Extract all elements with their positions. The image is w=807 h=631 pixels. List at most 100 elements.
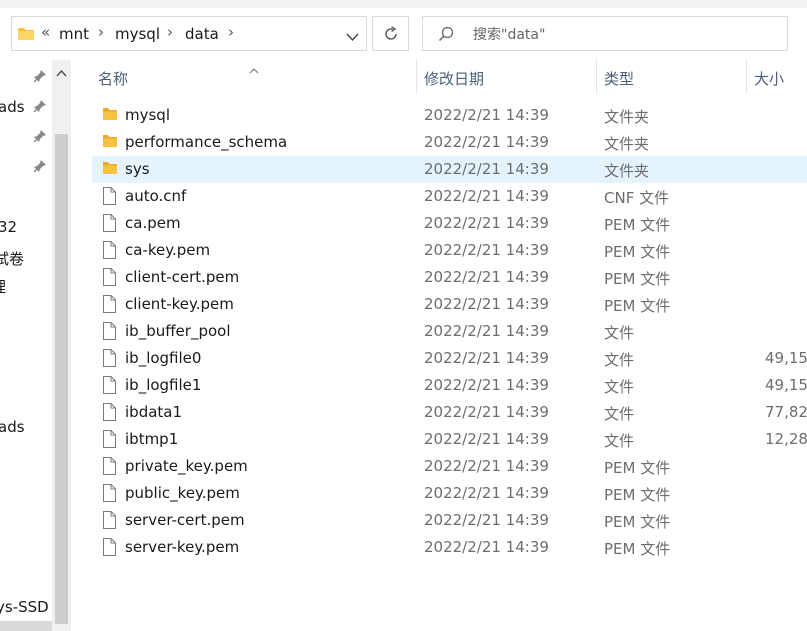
- file-name: ca-key.pem: [125, 241, 211, 259]
- breadcrumb-separator-icon[interactable]: ›: [98, 23, 104, 41]
- file-type: PEM 文件: [604, 540, 671, 558]
- scrollbar-thumb[interactable]: [55, 134, 68, 624]
- file-icon: [102, 322, 116, 344]
- file-name: client-cert.pem: [125, 268, 240, 286]
- file-row[interactable]: ibtmp1 2022/2/21 14:39 文件 12,28: [92, 426, 807, 453]
- file-type: 文件: [604, 378, 635, 396]
- nav-item[interactable]: 理: [0, 276, 6, 297]
- file-modified-date: 2022/2/21 14:39: [424, 241, 549, 259]
- column-type[interactable]: 类型: [604, 68, 634, 89]
- pin-icon[interactable]: [33, 99, 47, 117]
- file-name: ca.pem: [125, 214, 181, 232]
- file-row[interactable]: ib_logfile0 2022/2/21 14:39 文件 49,15: [92, 345, 807, 372]
- column-divider[interactable]: [596, 60, 597, 94]
- file-row[interactable]: server-key.pem 2022/2/21 14:39 PEM 文件: [92, 534, 807, 561]
- file-size: 77,82: [765, 403, 807, 421]
- breadcrumb-mnt[interactable]: mnt: [59, 25, 89, 43]
- file-size: 49,15: [765, 349, 807, 367]
- file-icon: [102, 430, 116, 452]
- file-row[interactable]: mysql 2022/2/21 14:39 文件夹: [92, 102, 807, 129]
- nav-item[interactable]: ads: [0, 418, 25, 436]
- file-modified-date: 2022/2/21 14:39: [424, 187, 549, 205]
- file-type: PEM 文件: [604, 297, 671, 315]
- file-row[interactable]: ca.pem 2022/2/21 14:39 PEM 文件: [92, 210, 807, 237]
- refresh-button[interactable]: [372, 16, 409, 51]
- file-icon: [102, 538, 116, 560]
- search-box[interactable]: [422, 16, 788, 51]
- pin-icon[interactable]: [33, 69, 47, 87]
- search-icon: [438, 26, 454, 42]
- file-icon: [102, 511, 116, 533]
- column-modified[interactable]: 修改日期: [424, 68, 484, 89]
- file-name: ib_logfile1: [125, 376, 202, 394]
- file-modified-date: 2022/2/21 14:39: [424, 322, 549, 340]
- file-type: 文件: [604, 324, 635, 342]
- file-icon: [102, 457, 116, 479]
- file-row[interactable]: private_key.pem 2022/2/21 14:39 PEM 文件: [92, 453, 807, 480]
- navigation-scrollbar[interactable]: [52, 60, 71, 631]
- sort-ascending-icon: [249, 60, 259, 78]
- file-row[interactable]: public_key.pem 2022/2/21 14:39 PEM 文件: [92, 480, 807, 507]
- nav-item[interactable]: 试卷: [0, 248, 24, 269]
- file-type: PEM 文件: [604, 216, 671, 234]
- file-modified-date: 2022/2/21 14:39: [424, 160, 549, 178]
- file-name: public_key.pem: [125, 484, 240, 502]
- file-type: 文件夹: [604, 108, 650, 126]
- folder-icon: [102, 133, 118, 152]
- scroll-up-icon[interactable]: [56, 63, 67, 81]
- file-type: PEM 文件: [604, 270, 671, 288]
- file-modified-date: 2022/2/21 14:39: [424, 403, 549, 421]
- breadcrumb-mysql[interactable]: mysql: [115, 25, 160, 43]
- file-icon: [102, 295, 116, 317]
- address-bar[interactable]: « mnt › mysql › data ›: [11, 16, 367, 51]
- navigation-pane: ads 32 试卷 理 ads ys-SSD (: [0, 60, 52, 631]
- file-modified-date: 2022/2/21 14:39: [424, 457, 549, 475]
- nav-item[interactable]: ads: [0, 98, 25, 116]
- file-row[interactable]: auto.cnf 2022/2/21 14:39 CNF 文件: [92, 183, 807, 210]
- file-name: performance_schema: [125, 133, 288, 151]
- file-name: mysql: [125, 106, 170, 124]
- file-type: PEM 文件: [604, 486, 671, 504]
- file-icon: [102, 241, 116, 263]
- file-row[interactable]: ib_logfile1 2022/2/21 14:39 文件 49,15: [92, 372, 807, 399]
- file-type: 文件夹: [604, 162, 650, 180]
- refresh-icon: [385, 26, 397, 40]
- file-size: 49,15: [765, 376, 807, 394]
- file-row[interactable]: sys 2022/2/21 14:39 文件夹: [92, 156, 807, 183]
- folder-icon: [102, 106, 118, 125]
- file-icon: [102, 403, 116, 425]
- column-divider[interactable]: [416, 60, 417, 94]
- file-row[interactable]: performance_schema 2022/2/21 14:39 文件夹: [92, 129, 807, 156]
- pin-icon[interactable]: [33, 129, 47, 147]
- file-row[interactable]: client-key.pem 2022/2/21 14:39 PEM 文件: [92, 291, 807, 318]
- column-name[interactable]: 名称: [98, 68, 128, 89]
- file-modified-date: 2022/2/21 14:39: [424, 484, 549, 502]
- file-type: CNF 文件: [604, 189, 670, 207]
- horizontal-scrollbar[interactable]: [0, 621, 52, 631]
- file-name: ib_logfile0: [125, 349, 202, 367]
- file-icon: [102, 376, 116, 398]
- file-row[interactable]: ibdata1 2022/2/21 14:39 文件 77,82: [92, 399, 807, 426]
- search-input[interactable]: [471, 21, 775, 48]
- nav-item[interactable]: ys-SSD (: [0, 598, 52, 616]
- overflow-chevron-icon[interactable]: «: [41, 23, 50, 41]
- column-divider[interactable]: [746, 60, 747, 94]
- file-icon: [102, 484, 116, 506]
- nav-item[interactable]: 32: [0, 218, 17, 236]
- chevron-down-icon[interactable]: [346, 28, 359, 46]
- breadcrumb-data[interactable]: data: [185, 25, 219, 43]
- file-type: PEM 文件: [604, 513, 671, 531]
- file-type: 文件: [604, 405, 635, 423]
- file-modified-date: 2022/2/21 14:39: [424, 430, 549, 448]
- breadcrumb-separator-icon[interactable]: ›: [228, 23, 234, 41]
- file-row[interactable]: ca-key.pem 2022/2/21 14:39 PEM 文件: [92, 237, 807, 264]
- file-row[interactable]: ib_buffer_pool 2022/2/21 14:39 文件: [92, 318, 807, 345]
- breadcrumb-separator-icon[interactable]: ›: [167, 23, 173, 41]
- file-modified-date: 2022/2/21 14:39: [424, 133, 549, 151]
- file-type: PEM 文件: [604, 459, 671, 477]
- file-row[interactable]: server-cert.pem 2022/2/21 14:39 PEM 文件: [92, 507, 807, 534]
- pin-icon[interactable]: [33, 159, 47, 177]
- file-modified-date: 2022/2/21 14:39: [424, 295, 549, 313]
- column-size[interactable]: 大小: [754, 68, 784, 89]
- file-row[interactable]: client-cert.pem 2022/2/21 14:39 PEM 文件: [92, 264, 807, 291]
